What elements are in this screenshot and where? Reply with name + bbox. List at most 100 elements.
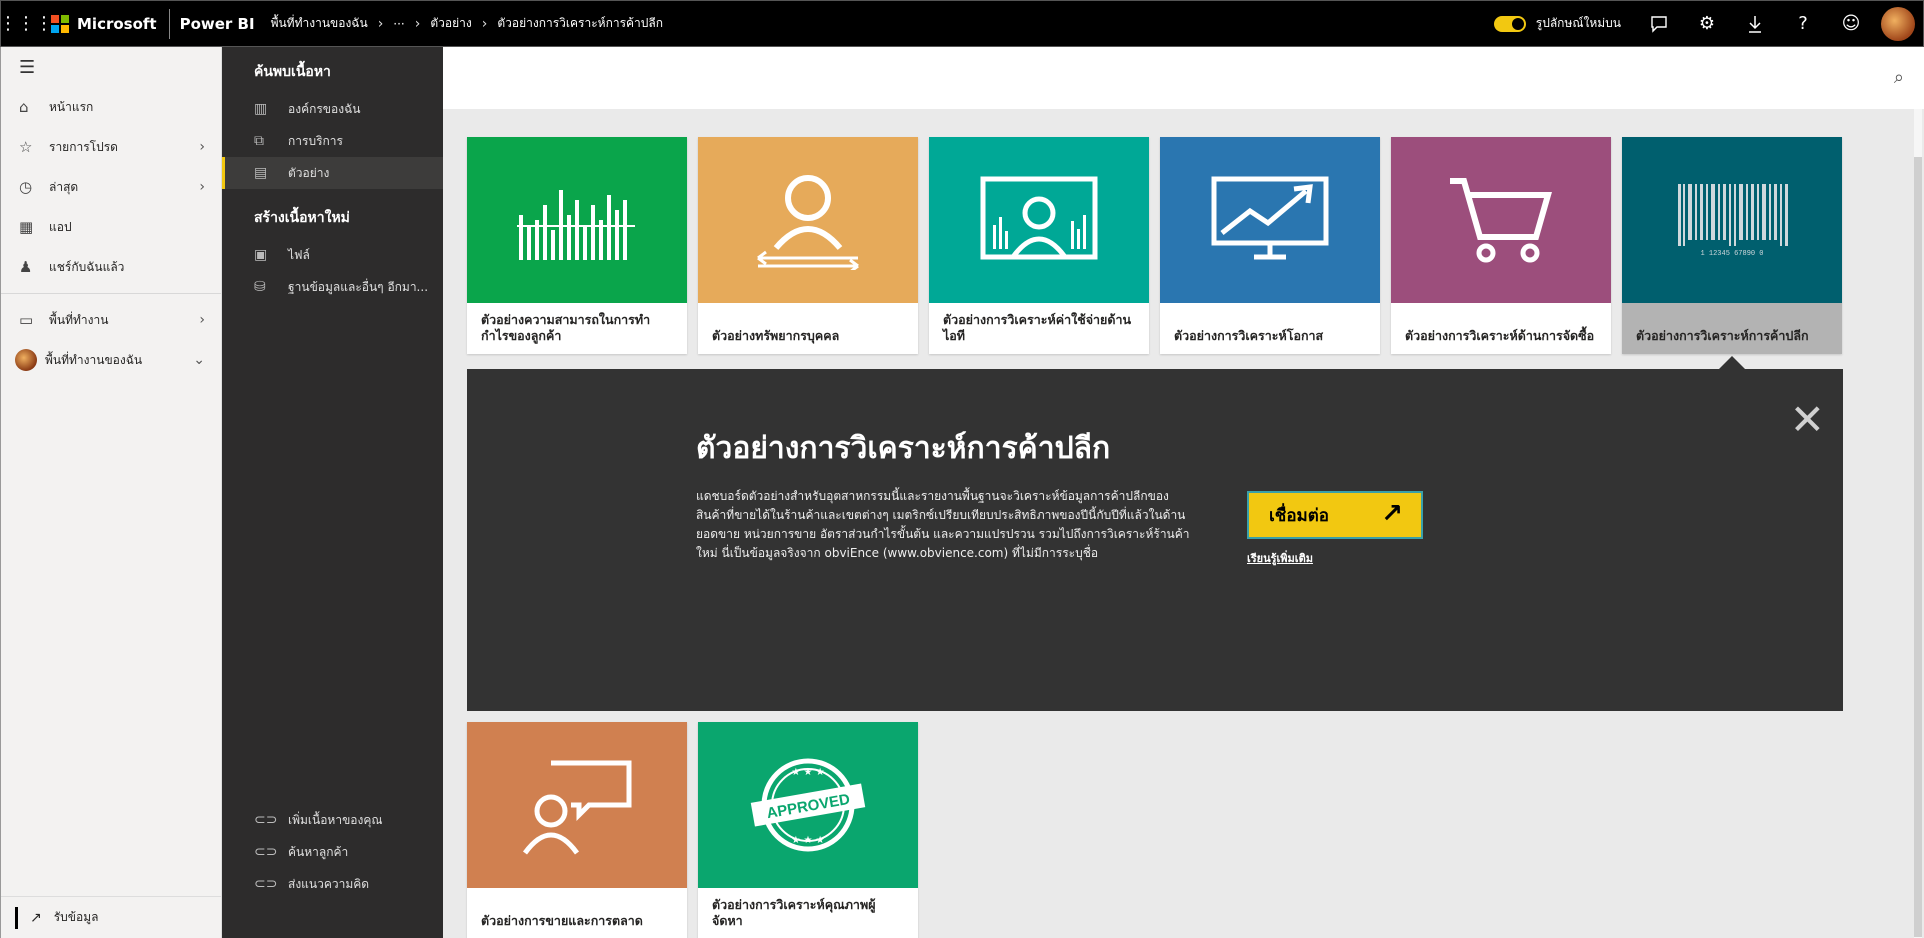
trend-chart-icon (1211, 176, 1329, 260)
sample-tile-supplier-quality[interactable]: ★ ★ ★ ★ ★ ★ APPROVED ตัวอย่างการวิเคราะห์… (698, 722, 918, 938)
nav-label: แชร์กับฉันแล้ว (49, 259, 125, 274)
gear-icon[interactable]: ⚙ (1683, 0, 1731, 47)
detail-title: ตัวอย่างการวิเคราะห์การค้าปลีก (696, 431, 1111, 466)
sample-tile-retail-analysis[interactable]: 1 12345 67890 0 ตัวอย่างการวิเคราะห์การค… (1622, 137, 1842, 354)
scrollbar-thumb[interactable] (1914, 157, 1922, 937)
panel-item-label: ตัวอย่าง (288, 165, 330, 180)
connect-button[interactable]: เชื่อมต่อ ↗ (1247, 491, 1423, 539)
presentation-person-icon (980, 176, 1098, 260)
brand-name: Microsoft (77, 14, 157, 33)
home-icon: ⌂ (19, 98, 29, 116)
active-indicator (15, 906, 18, 929)
tile-image (1391, 137, 1611, 303)
panel-item-files[interactable]: ▣ ไฟล์ (222, 239, 443, 271)
clipboard-icon: ▤ (254, 165, 268, 181)
hamburger-menu-icon[interactable]: ☰ (1, 47, 221, 87)
link-add-content[interactable]: ⊂⊃ เพิ่มเนื้อหาของคุณ (222, 804, 443, 836)
search-icon[interactable]: ⌕ (1894, 67, 1904, 88)
sample-tile-procurement[interactable]: ตัวอย่างการวิเคราะห์ด้านการจัดซื้อ (1391, 137, 1611, 354)
left-nav: ☰ ⌂ หน้าแรก ☆ รายการโปรด › ◷ ล่าสุด › ▦ … (0, 47, 222, 938)
link-find-customers[interactable]: ⊂⊃ ค้นหาลูกค้า (222, 836, 443, 868)
nav-workspaces[interactable]: ▭ พื้นที่ทำงาน › (1, 300, 221, 340)
tile-caption: ตัวอย่างการวิเคราะห์คุณภาพผู้จัดหา (712, 897, 876, 928)
services-icon: ⧉ (254, 133, 264, 149)
link-icon: ⊂⊃ (254, 812, 278, 828)
nav-label: ล่าสุด (49, 179, 79, 194)
get-content-pane: ค้นพบเนื้อหา ▥ องค์กรของฉัน ⧉ การบริการ … (222, 47, 443, 938)
top-bar: ⋮⋮⋮ Microsoft Power BI พื้นที่ทำงานของฉั… (0, 0, 1924, 47)
nav-my-workspace[interactable]: พื้นที่ทำงานของฉัน ⌄ (1, 340, 221, 380)
feedback-icon[interactable] (1635, 0, 1683, 47)
sample-tile-sales-marketing[interactable]: ตัวอย่างการขายและการตลาด (467, 722, 687, 938)
tile-image (1160, 137, 1380, 303)
microsoft-logo[interactable]: Microsoft (51, 14, 169, 33)
smiley-icon[interactable]: ☺ (1827, 0, 1875, 47)
chevron-right-icon: › (199, 139, 205, 155)
shopping-cart-icon (1450, 178, 1552, 263)
nav-shared[interactable]: ♟ แชร์กับฉันแล้ว (1, 247, 221, 287)
tile-caption: ตัวอย่างการขายและการตลาด (481, 913, 643, 928)
chevron-right-icon: › (414, 15, 421, 32)
sample-tile-customer-profitability[interactable]: ตัวอย่างความสามารถในการทำกำไรของลูกค้า (467, 137, 687, 354)
product-name[interactable]: Power BI (180, 15, 255, 33)
sample-tile-human-resources[interactable]: ตัวอย่างทรัพยากรบุคคล (698, 137, 918, 354)
tile-image: 1 12345 67890 0 (1622, 137, 1842, 303)
tile-caption: ตัวอย่างการวิเคราะห์ด้านการจัดซื้อ (1405, 328, 1595, 343)
get-data-button[interactable]: ↗ รับข้อมูล (1, 896, 221, 938)
star-icon: ☆ (19, 138, 33, 156)
nav-favorites[interactable]: ☆ รายการโปรด › (1, 127, 221, 167)
help-icon[interactable]: ? (1779, 0, 1827, 47)
tile-image: ★ ★ ★ ★ ★ ★ APPROVED (698, 722, 918, 888)
panel-item-samples[interactable]: ▤ ตัวอย่าง (222, 157, 443, 189)
nav-label: หน้าแรก (49, 99, 94, 114)
panel-link-label: ส่งแนวความคิด (288, 876, 370, 891)
sample-tile-opportunity[interactable]: ตัวอย่างการวิเคราะห์โอกาส (1160, 137, 1380, 354)
tile-image (929, 137, 1149, 303)
nav-recent[interactable]: ◷ ล่าสุด › (1, 167, 221, 207)
learn-more-link[interactable]: เรียนรู้เพิ่มเติม (1247, 549, 1313, 567)
save-icon: ▣ (254, 247, 268, 263)
tile-caption: ตัวอย่างทรัพยากรบุคคล (712, 328, 840, 343)
nav-label: แอป (49, 219, 72, 234)
nav-home[interactable]: ⌂ หน้าแรก (1, 87, 221, 127)
panel-item-label: องค์กรของฉัน (288, 101, 361, 116)
app-launcher-icon[interactable]: ⋮⋮⋮ (0, 13, 53, 34)
tile-caption: ตัวอย่างการวิเคราะห์โอกาส (1174, 328, 1324, 343)
sample-tile-it-spend[interactable]: ตัวอย่างการวิเคราะห์ค่าใช้จ่ายด้านไอที (929, 137, 1149, 354)
breadcrumb-item[interactable]: ตัวอย่าง (430, 14, 471, 33)
nav-label: พื้นที่ทำงานของฉัน (45, 352, 143, 367)
chevron-right-icon: › (377, 15, 384, 32)
tile-image (467, 137, 687, 303)
svg-text:★ ★ ★: ★ ★ ★ (791, 767, 824, 778)
person-arrows-icon (757, 175, 859, 270)
panel-item-databases[interactable]: ⛁ ฐานข้อมูลและอื่นๆ อีกมา... (222, 271, 443, 303)
tile-caption: ตัวอย่างความสามารถในการทำกำไรของลูกค้า (481, 312, 651, 343)
panel-item-my-org[interactable]: ▥ องค์กรของฉัน (222, 93, 443, 125)
connect-label: เชื่อมต่อ (1269, 505, 1330, 526)
microsoft-logo-icon (51, 14, 69, 33)
download-icon[interactable] (1731, 0, 1779, 47)
user-avatar[interactable] (1881, 6, 1915, 41)
new-look-toggle[interactable] (1493, 15, 1526, 32)
link-icon: ⊂⊃ (254, 844, 278, 860)
panel-item-label: ไฟล์ (288, 247, 310, 262)
nav-apps[interactable]: ▦ แอป (1, 207, 221, 247)
nav-label: รายการโปรด (49, 139, 118, 154)
close-icon[interactable]: ✕ (1790, 395, 1825, 444)
barcode-digits: 1 12345 67890 0 (1700, 250, 1763, 258)
person-speech-icon (522, 760, 632, 855)
sample-detail-panel: ✕ ตัวอย่างการวิเคราะห์การค้าปลีก แดชบอร์… (467, 369, 1843, 711)
detail-description: แดชบอร์ดตัวอย่างสำหรับอุตสาหกรรมนี้และรา… (696, 489, 1190, 560)
get-data-label: รับข้อมูล (53, 910, 99, 924)
tile-caption: ตัวอย่างการวิเคราะห์ค่าใช้จ่ายด้านไอที (943, 312, 1132, 343)
breadcrumb-item[interactable]: ··· (393, 17, 404, 31)
breadcrumb-item[interactable]: พื้นที่ทำงานของฉัน (271, 14, 368, 33)
panel-item-services[interactable]: ⧉ การบริการ (222, 125, 443, 157)
link-send-idea[interactable]: ⊂⊃ ส่งแนวความคิด (222, 868, 443, 900)
arrow-up-right-icon: ↗ (1381, 499, 1403, 529)
shared-icon: ♟ (19, 258, 33, 276)
breadcrumb: พื้นที่ทำงานของฉัน › ··· › ตัวอย่าง › ตั… (271, 14, 663, 33)
tile-caption: ตัวอย่างการวิเคราะห์การค้าปลีก (1622, 303, 1842, 354)
tile-image (698, 137, 918, 303)
clock-icon: ◷ (19, 178, 33, 196)
